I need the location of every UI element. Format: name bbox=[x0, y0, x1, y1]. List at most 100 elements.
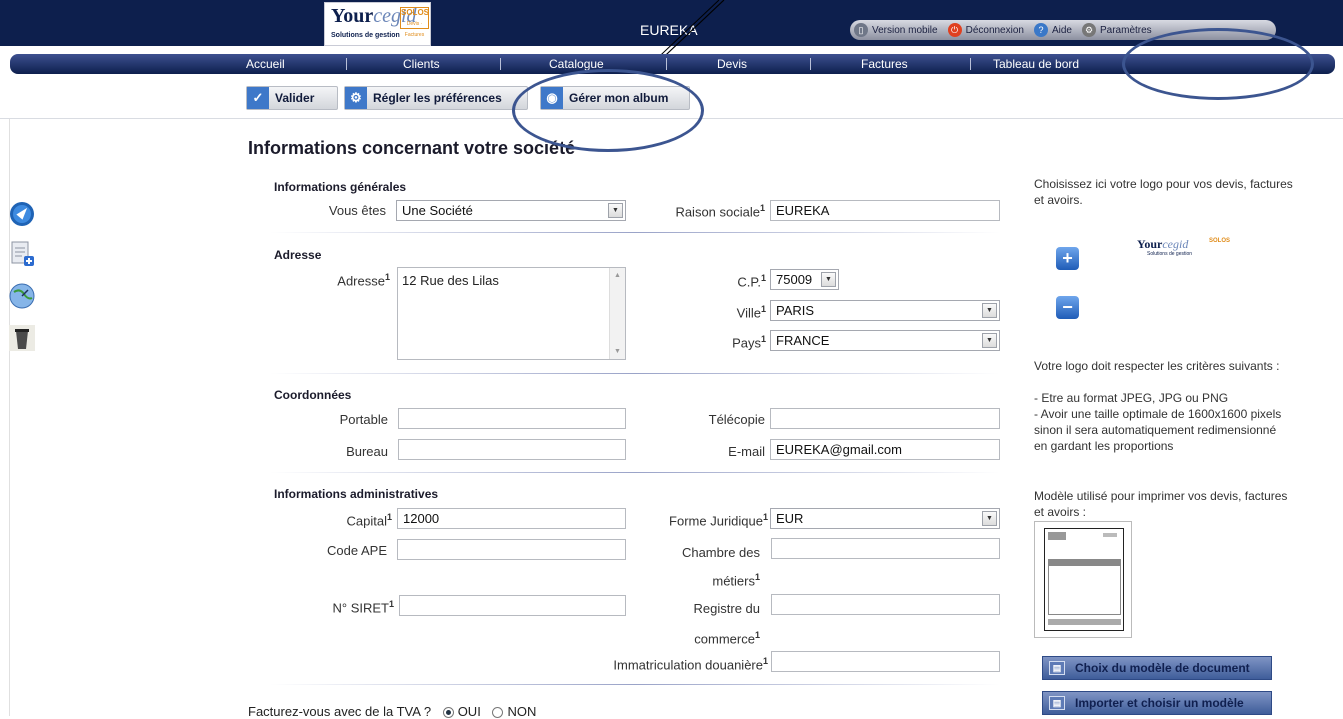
company-type-select[interactable]: Une Société ▼ bbox=[396, 200, 626, 221]
nav-invoices[interactable]: Factures bbox=[861, 57, 908, 71]
logo-preview-sub: Solutions de gestion bbox=[1147, 251, 1193, 257]
vat-no-radio[interactable] bbox=[492, 707, 504, 719]
legal-form-label: Forme Juridique1 bbox=[630, 512, 768, 528]
logout-link[interactable]: ⏻ Déconnexion bbox=[947, 23, 1024, 37]
nav-home[interactable]: Accueil bbox=[246, 57, 285, 71]
annotation-circle-settings bbox=[1122, 28, 1314, 100]
postcode-select[interactable]: 75009 ▼ bbox=[770, 269, 839, 290]
nav-separator bbox=[346, 58, 347, 70]
power-icon: ⏻ bbox=[947, 23, 962, 37]
nav-separator bbox=[500, 58, 501, 70]
choose-model-button[interactable]: ▤ Choix du modèle de document bbox=[1042, 656, 1272, 680]
required-mark: 1 bbox=[762, 512, 768, 522]
chevron-down-icon: ▼ bbox=[982, 333, 997, 348]
checkmark-icon: ✓ bbox=[247, 87, 269, 109]
thumbnail-header-block bbox=[1048, 532, 1066, 540]
vat-yes-radio[interactable] bbox=[442, 707, 454, 719]
company-name-value: EUREKA bbox=[776, 203, 830, 218]
email-input[interactable]: EUREKA@gmail.com bbox=[770, 439, 1000, 460]
legal-form-select[interactable]: EUR ▼ bbox=[770, 508, 1000, 529]
office-phone-input[interactable] bbox=[398, 439, 626, 460]
vat-question: Facturez-vous avec de la TVA ? OUI NON bbox=[248, 704, 536, 719]
country-select[interactable]: FRANCE ▼ bbox=[770, 330, 1000, 351]
section-divider bbox=[270, 472, 1000, 473]
preferences-label: Régler les préférences bbox=[373, 91, 502, 105]
capital-value: 12000 bbox=[403, 511, 440, 526]
company-name-label: Raison sociale1 bbox=[630, 203, 765, 219]
chevron-down-icon: ▼ bbox=[608, 203, 623, 218]
settings-link-label: Paramètres bbox=[1099, 24, 1152, 36]
country-value: FRANCE bbox=[776, 333, 830, 348]
thumbnail-table-body bbox=[1048, 565, 1121, 615]
logout-link-label: Déconnexion bbox=[965, 24, 1024, 36]
fax-label: Télécopie bbox=[708, 412, 765, 427]
trade-register-label-line1: Registre du bbox=[693, 601, 760, 616]
page-title: Informations concernant votre société bbox=[248, 138, 576, 158]
legal-form-label-text: Forme Juridique bbox=[669, 513, 763, 529]
company-name-input[interactable]: EUREKA bbox=[770, 200, 1000, 221]
city-label-text: Ville bbox=[736, 305, 761, 321]
add-logo-button[interactable]: + bbox=[1056, 247, 1079, 270]
globe-clock-icon[interactable] bbox=[8, 282, 36, 310]
chevron-down-icon: ▼ bbox=[982, 303, 997, 318]
required-mark: 1 bbox=[384, 272, 390, 282]
address-textarea[interactable]: 12 Rue des Lilas ▲ ▼ bbox=[397, 267, 626, 360]
logo-criteria-format: - Etre au format JPEG, JPG ou PNG bbox=[1034, 391, 1229, 405]
email-label: E-mail bbox=[728, 444, 765, 459]
choose-model-label: Choix du modèle de document bbox=[1075, 661, 1250, 675]
customs-registration-input[interactable] bbox=[771, 651, 1000, 672]
nav-separator bbox=[970, 58, 971, 70]
company-type-label-text: Vous êtes bbox=[328, 203, 386, 218]
mobile-link-label: Version mobile bbox=[872, 24, 938, 36]
customs-registration-label-text: Immatriculation douanière bbox=[613, 657, 763, 673]
trash-icon[interactable] bbox=[8, 324, 36, 352]
annotation-circle-album bbox=[512, 69, 704, 152]
add-document-icon[interactable] bbox=[8, 240, 36, 268]
help-link-label: Aide bbox=[1051, 24, 1072, 36]
import-icon: ▤ bbox=[1049, 696, 1065, 710]
import-model-button[interactable]: ▤ Importer et choisir un modèle bbox=[1042, 691, 1272, 715]
mobile-phone-input[interactable] bbox=[398, 408, 626, 429]
capital-input[interactable]: 12000 bbox=[397, 508, 626, 529]
required-mark: 1 bbox=[760, 273, 766, 283]
mobile-version-link[interactable]: ▯ Version mobile bbox=[854, 23, 938, 37]
trade-register-label-line2: commerce bbox=[694, 631, 755, 647]
vat-yes-label: OUI bbox=[457, 704, 481, 719]
postcode-label: C.P.1 bbox=[690, 273, 766, 289]
validate-button[interactable]: ✓ Valider bbox=[246, 86, 338, 110]
company-type-label: Vous êtes bbox=[300, 203, 386, 218]
company-type-value: Une Société bbox=[402, 203, 473, 218]
document-model-thumbnail[interactable] bbox=[1034, 521, 1132, 638]
siret-label: N° SIRET1 bbox=[300, 599, 395, 616]
scroll-up-icon: ▲ bbox=[614, 272, 621, 279]
document-icon: ▤ bbox=[1049, 661, 1065, 675]
logo-criteria-size: - Avoir une taille optimale de 1600x1600… bbox=[1034, 407, 1282, 453]
ape-code-input[interactable] bbox=[397, 539, 626, 560]
yourcegid-logo[interactable]: Yourcegid SOLOS Devis · Factures Solution… bbox=[324, 2, 431, 46]
nav-quotes[interactable]: Devis bbox=[717, 57, 747, 71]
address-value: 12 Rue des Lilas bbox=[402, 273, 499, 288]
settings-link[interactable]: ⚙ Paramètres bbox=[1081, 23, 1152, 37]
help-link[interactable]: ? Aide bbox=[1033, 23, 1072, 37]
required-mark: 1 bbox=[754, 630, 760, 640]
remove-logo-button[interactable]: − bbox=[1056, 296, 1079, 319]
city-select[interactable]: PARIS ▼ bbox=[770, 300, 1000, 321]
siret-input[interactable] bbox=[399, 595, 626, 616]
scrollbar[interactable]: ▲ ▼ bbox=[609, 268, 625, 359]
import-model-label: Importer et choisir un modèle bbox=[1075, 696, 1244, 710]
logo-preview-brand: Yourcegid bbox=[1137, 237, 1189, 251]
nav-clients[interactable]: Clients bbox=[403, 57, 440, 71]
trade-chamber-input[interactable] bbox=[771, 538, 1000, 559]
siret-label-text: N° SIRET bbox=[332, 600, 389, 616]
section-title-general: Informations générales bbox=[274, 180, 407, 194]
trade-register-input[interactable] bbox=[771, 594, 1000, 615]
compass-icon[interactable] bbox=[8, 200, 36, 228]
section-title-contact: Coordonnées bbox=[274, 388, 352, 402]
required-mark: 1 bbox=[760, 304, 766, 314]
fax-input[interactable] bbox=[770, 408, 1000, 429]
vat-question-text: Facturez-vous avec de la TVA ? bbox=[248, 704, 432, 719]
preferences-button[interactable]: ⚙ Régler les préférences bbox=[344, 86, 528, 110]
logo-tag: SOLOS Devis · Factures bbox=[400, 7, 430, 38]
nav-dashboard[interactable]: Tableau de bord bbox=[993, 57, 1079, 71]
nav-separator bbox=[666, 58, 667, 70]
